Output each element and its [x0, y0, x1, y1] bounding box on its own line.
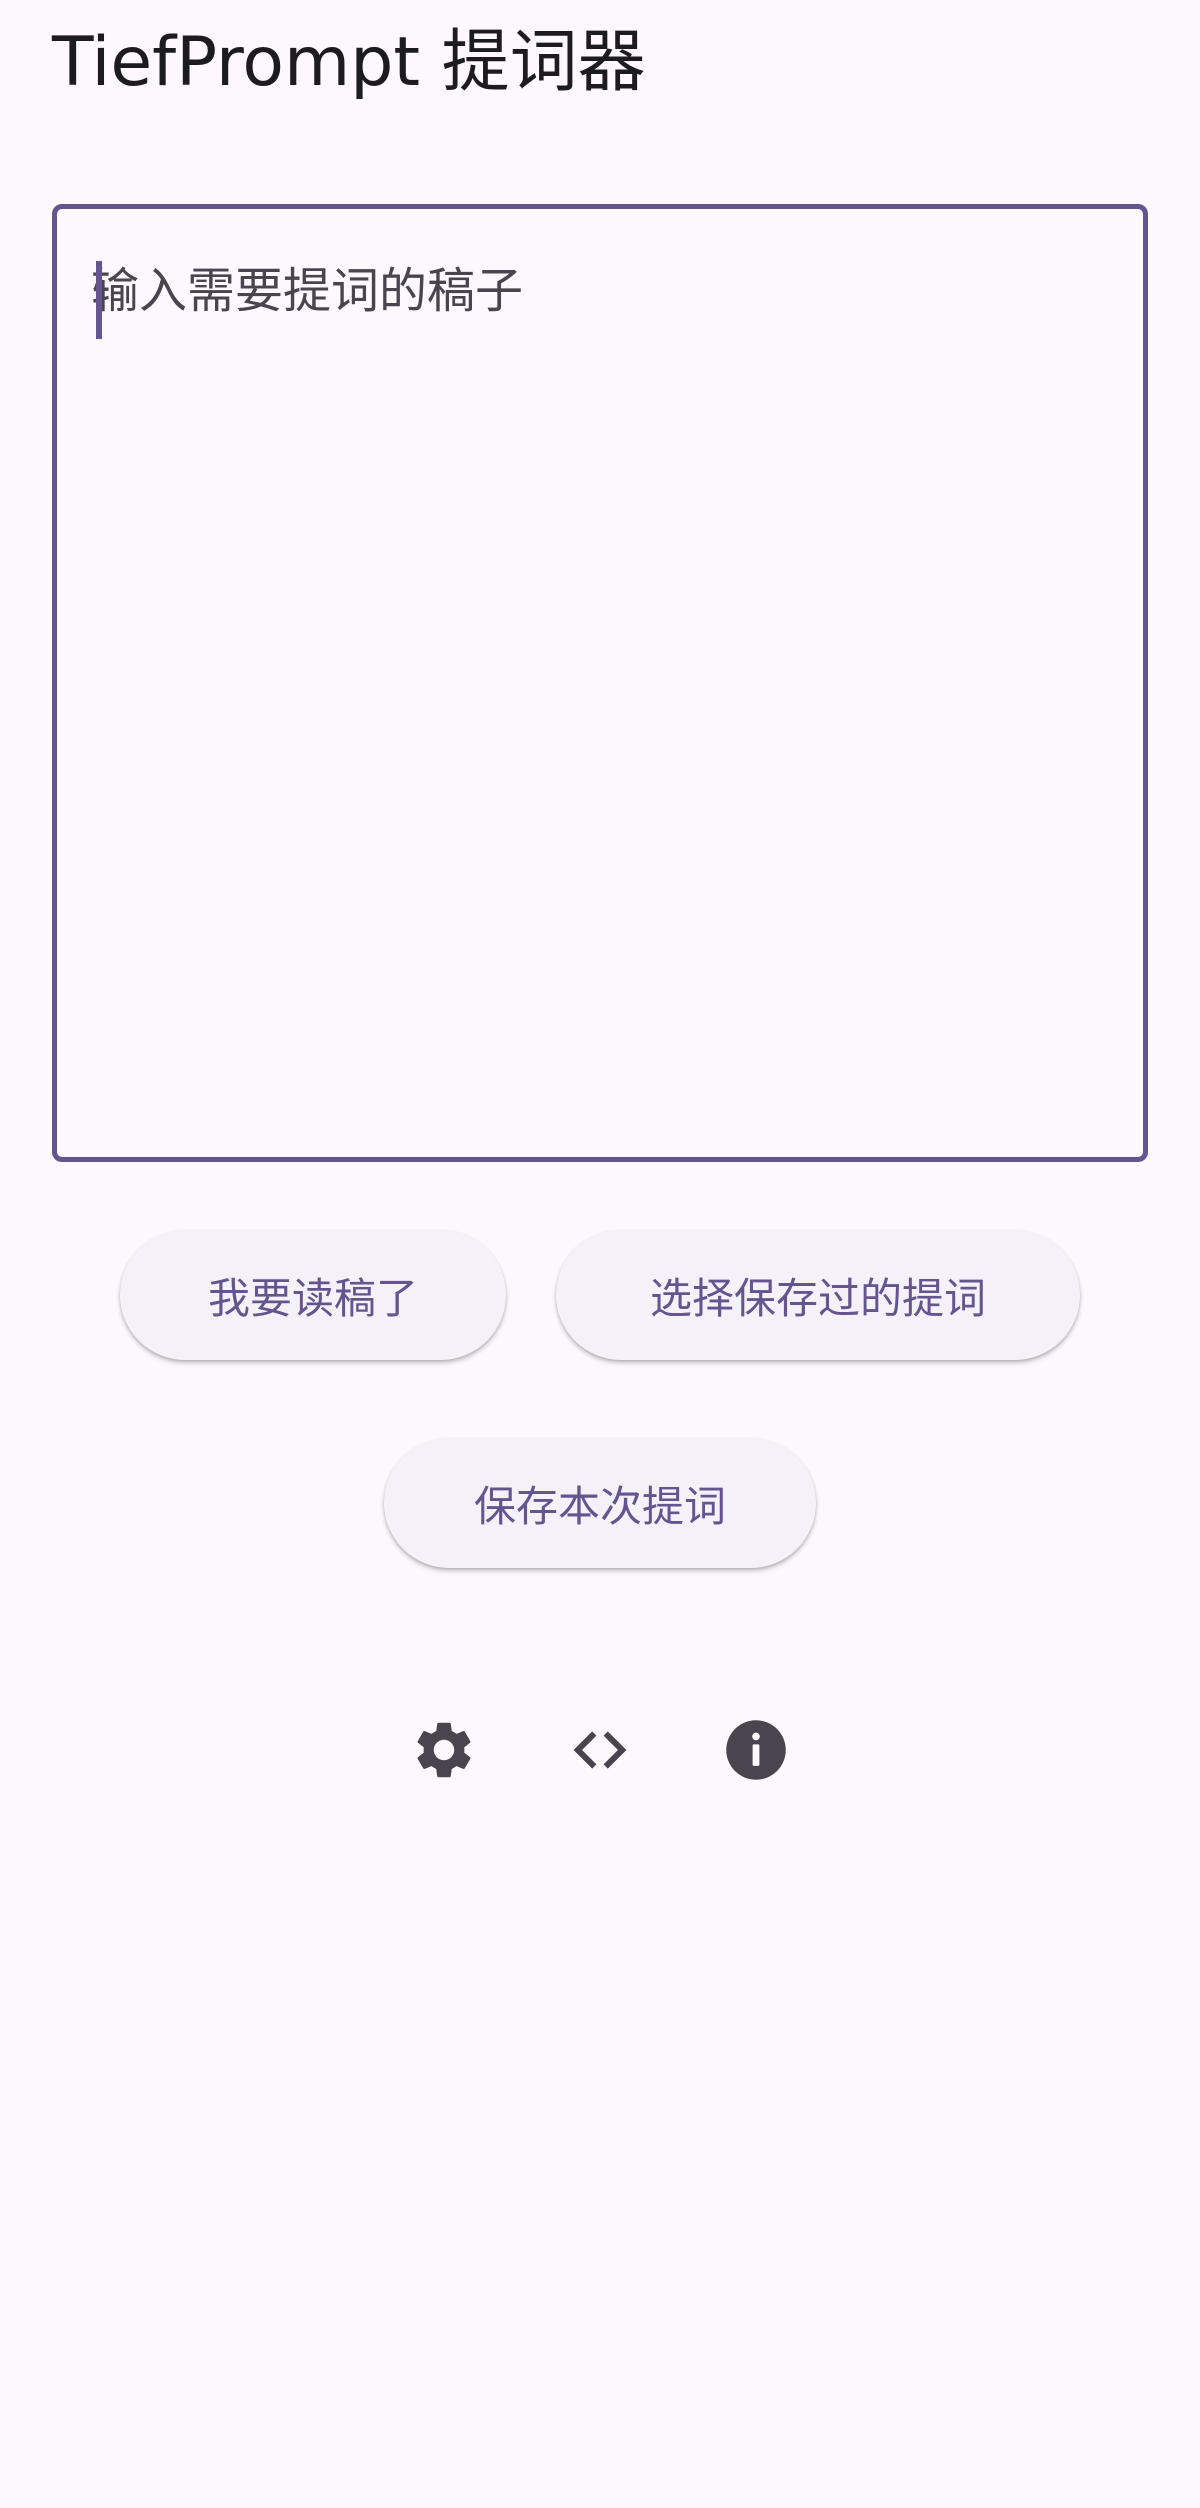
save-prompt-button[interactable]: 保存本次提词: [384, 1438, 816, 1568]
script-input[interactable]: [91, 255, 1101, 1115]
about-button[interactable]: [706, 1700, 806, 1800]
app-title: TiefPrompt 提词器: [52, 23, 646, 102]
script-editor[interactable]: [52, 204, 1148, 1162]
code-icon: [573, 1731, 627, 1769]
choose-saved-prompt-button[interactable]: 选择保存过的提词: [556, 1230, 1080, 1360]
text-cursor: [96, 261, 102, 339]
info-icon: [726, 1720, 786, 1780]
settings-button[interactable]: [394, 1700, 494, 1800]
start-reading-button[interactable]: 我要读稿了: [120, 1230, 506, 1360]
gear-icon: [417, 1722, 471, 1778]
source-code-button[interactable]: [550, 1700, 650, 1800]
